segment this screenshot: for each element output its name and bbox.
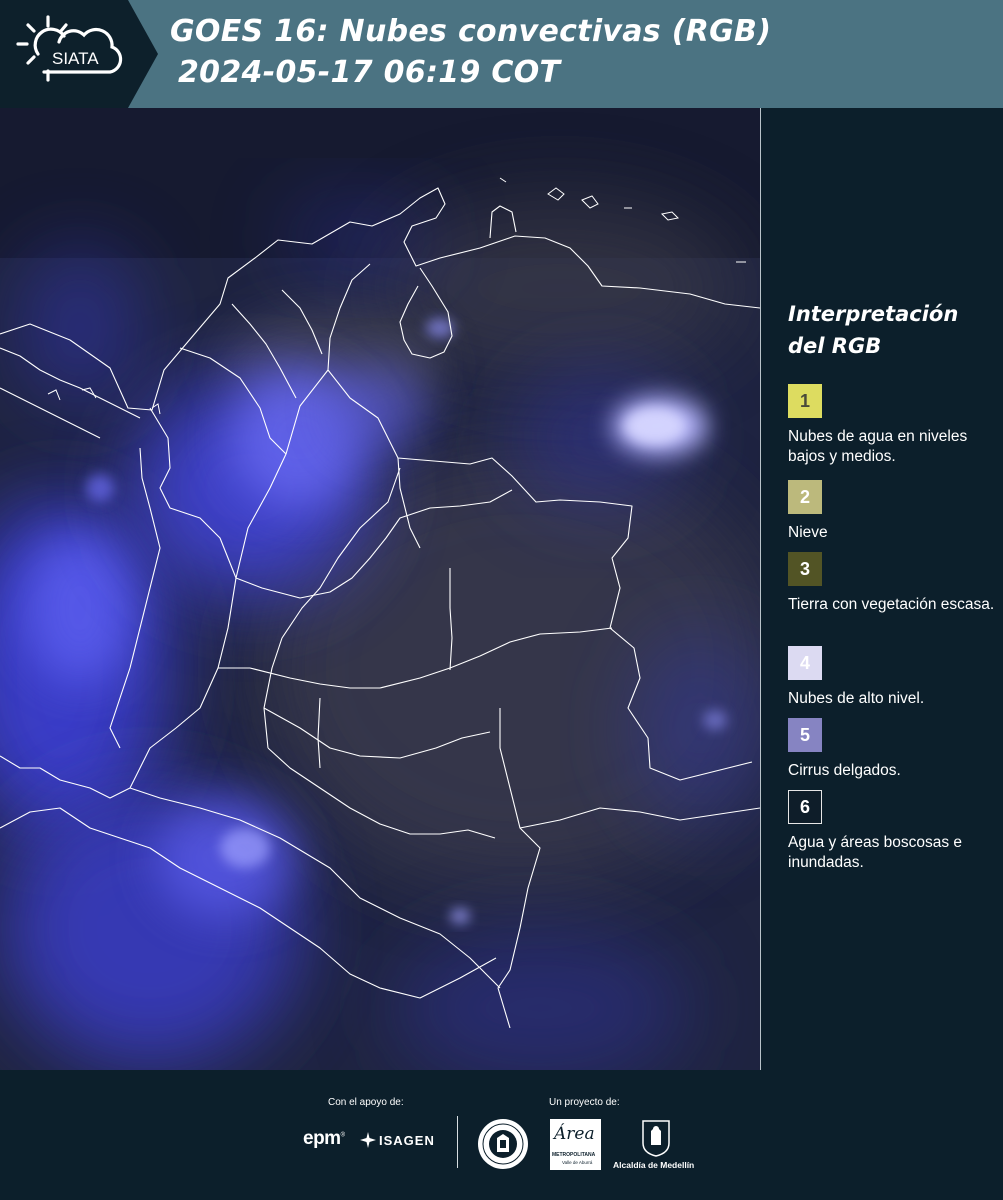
legend-swatch-4: 4: [788, 646, 822, 680]
area-logo-sub2: Valle de Aburrá: [562, 1160, 593, 1165]
isagen-star-icon: [360, 1132, 376, 1148]
legend-swatch-2: 2: [788, 480, 822, 514]
legend-item-1: 1 Nubes de agua en niveles bajos y medio…: [788, 384, 998, 467]
footer-divider: [457, 1116, 458, 1168]
legend-label-3: Tierra con vegetación escasa.: [788, 596, 995, 613]
logo-panel: SIATA: [0, 0, 158, 108]
alcaldia-logo-text: Alcaldía de Medellín: [613, 1160, 695, 1170]
satellite-map[interactable]: [0, 108, 761, 1070]
footer: Con el apoyo de: Un proyecto de: epm® IS…: [0, 1070, 1003, 1200]
legend-label-4: Nubes de alto nivel.: [788, 690, 925, 707]
legend-swatch-1: 1: [788, 384, 822, 418]
alcaldia-shield-icon[interactable]: [641, 1119, 671, 1157]
legend-item-2: 2 Nieve: [788, 480, 998, 543]
support-caption: Con el apoyo de:: [328, 1097, 404, 1108]
satellite-image: [0, 108, 760, 1070]
legend-label-2: Nieve: [788, 524, 828, 541]
legend-label-6: Agua y áreas boscosas e inundadas.: [788, 834, 963, 871]
isagen-logo-text: ISAGEN: [379, 1132, 435, 1148]
area-logo-sub1: METROPOLITANA: [552, 1152, 596, 1158]
header-bar: SIATA GOES 16: Nubes convectivas (RGB) 2…: [0, 0, 1003, 108]
legend-title: Interpretación del RGB: [788, 302, 959, 358]
legend-swatch-5: 5: [788, 718, 822, 752]
area-logo-word: Área: [554, 1124, 595, 1144]
university-seal-logo[interactable]: [477, 1118, 529, 1170]
legend-item-4: 4 Nubes de alto nivel.: [788, 646, 998, 709]
svg-text:SIATA: SIATA: [52, 49, 99, 68]
legend-label-1: Nubes de agua en niveles bajos y medios.: [788, 428, 968, 465]
area-metropolitana-logo[interactable]: Área METROPOLITANA Valle de Aburrá: [550, 1119, 601, 1170]
legend-swatch-6: 6: [788, 790, 822, 824]
siata-logo: SIATA: [16, 15, 123, 82]
legend-label-5: Cirrus delgados.: [788, 762, 901, 779]
legend-item-3: 3 Tierra con vegetación escasa.: [788, 552, 998, 615]
page-timestamp: 2024-05-17 06:19 COT: [178, 55, 561, 90]
project-caption: Un proyecto de:: [549, 1097, 620, 1108]
epm-logo[interactable]: epm®: [303, 1128, 345, 1150]
page-title: GOES 16: Nubes convectivas (RGB): [170, 14, 772, 49]
epm-logo-text: epm: [303, 1128, 341, 1149]
legend-item-6: 6 Agua y áreas boscosas e inundadas.: [788, 790, 998, 873]
legend-swatch-3: 3: [788, 552, 822, 586]
isagen-logo[interactable]: ISAGEN: [360, 1132, 435, 1148]
legend-item-5: 5 Cirrus delgados.: [788, 718, 998, 781]
